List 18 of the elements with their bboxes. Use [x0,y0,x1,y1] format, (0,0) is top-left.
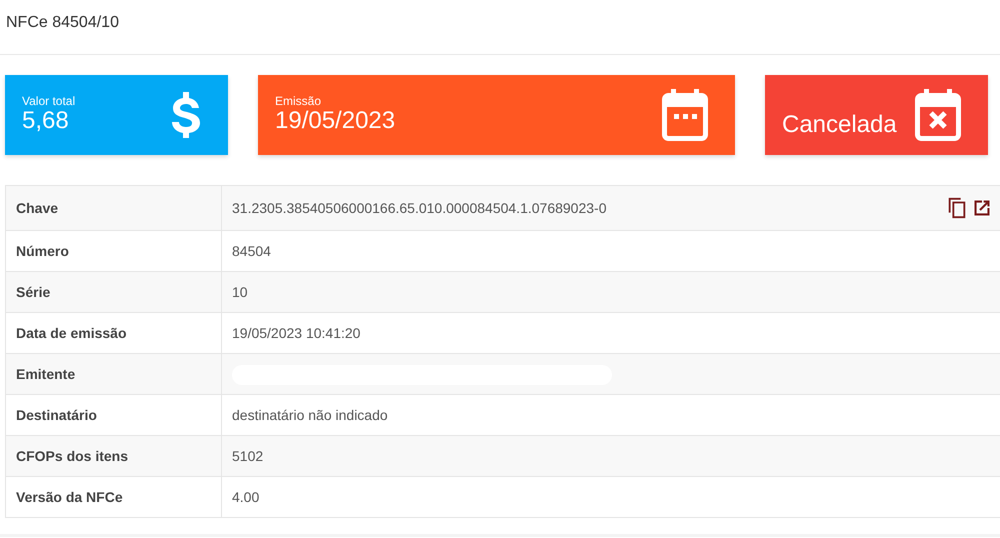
card-value: Cancelada [782,112,897,138]
card-value: 19/05/2023 [275,108,396,135]
field-label: Versão da NFCe [6,476,222,518]
field-value: 5102 [222,436,1000,476]
field-label: Emitente [6,354,222,394]
card-label: Emissão [275,95,322,108]
field-value: 31.2305.38540506000166.65.010.000084504.1.07689023-0 [232,198,606,218]
card-value: 5,68 [22,108,70,135]
field-label: CFOPs dos itens [6,436,222,476]
calendar-icon [662,89,708,141]
field-value: 4.00 [222,476,1000,518]
dollar-icon [171,92,201,138]
field-value: 10 [222,272,1000,312]
card-label: Valor total [22,95,76,108]
page-title: NFCe 84504/10 [0,0,1000,55]
calendar-x-icon [915,89,961,141]
field-label: Chave [6,186,222,230]
field-label: Série [6,272,222,312]
